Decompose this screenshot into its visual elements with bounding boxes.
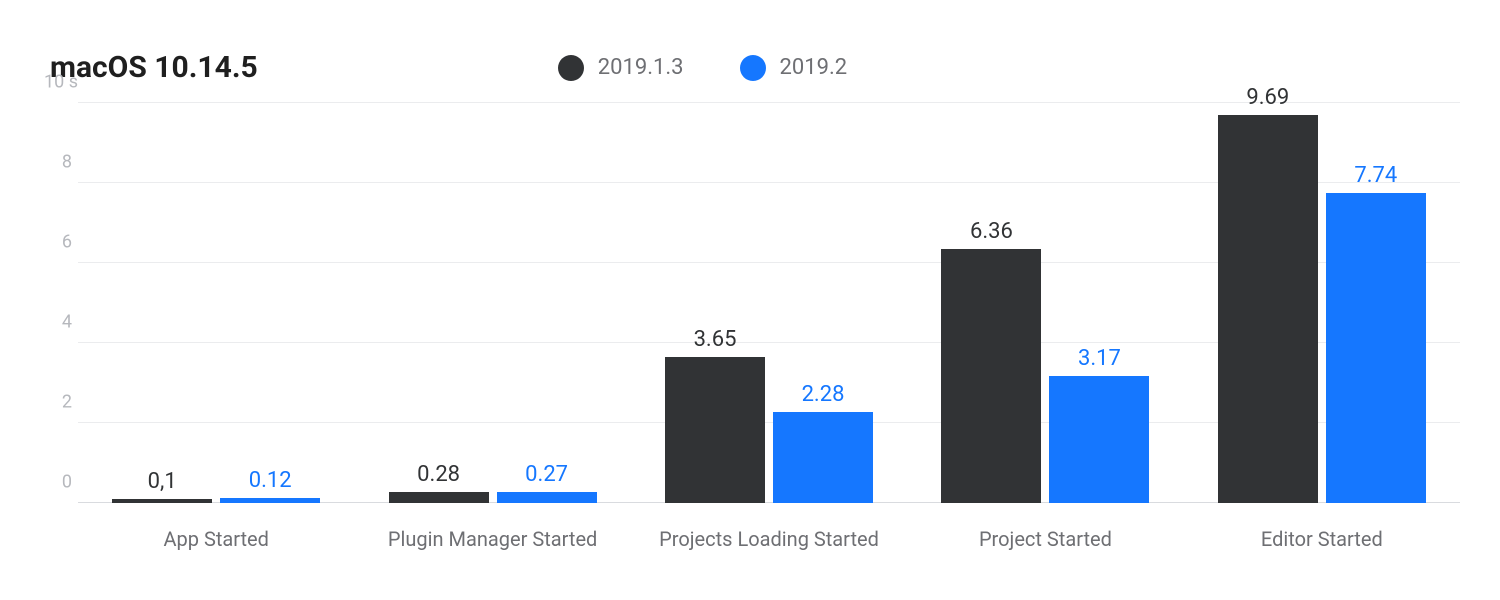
x-category-label: Project Started [979, 527, 1112, 551]
chart-title: macOS 10.14.5 [50, 50, 258, 85]
y-tick-label: 6 [44, 232, 72, 253]
legend-label-0: 2019.1.3 [598, 55, 684, 80]
bar-group: 0,10.12App Started [78, 103, 354, 503]
x-category-label: App Started [163, 527, 268, 551]
bar: 0.28 [389, 492, 489, 503]
bar-value-label: 0.28 [417, 462, 460, 487]
legend-swatch-0-icon [558, 55, 584, 81]
y-tick-label: 8 [44, 152, 72, 173]
chart-legend: 2019.1.3 2019.2 [558, 55, 847, 81]
bar: 2.28 [773, 412, 873, 503]
bar: 3.65 [665, 357, 765, 503]
bar: 9.69 [1218, 115, 1318, 503]
chart-container: macOS 10.14.5 2019.1.3 2019.2 0246810 s … [0, 0, 1500, 600]
bar: 7.74 [1326, 193, 1426, 503]
bar: 6.36 [941, 249, 1041, 503]
legend-swatch-1-icon [740, 55, 766, 81]
y-tick-label: 10 s [44, 72, 72, 93]
y-tick-label: 4 [44, 312, 72, 333]
bar-group: 6.363.17Project Started [907, 103, 1183, 503]
bar-value-label: 9.69 [1246, 85, 1289, 110]
bar-value-label: 0.27 [525, 462, 568, 487]
bar-pair: 0,1 0.12 [112, 498, 320, 503]
bar-value-label: 6.36 [970, 219, 1013, 244]
bar-pair: 3.652.28 [665, 357, 873, 503]
bar-pair: 9.697.74 [1218, 115, 1426, 503]
bar: 3.17 [1049, 376, 1149, 503]
bar: 0.27 [497, 492, 597, 503]
x-category-label: Plugin Manager Started [388, 527, 597, 551]
legend-item-1: 2019.2 [740, 55, 848, 81]
bar-value-label: 3.17 [1078, 346, 1121, 371]
bar-pair: 6.363.17 [941, 249, 1149, 503]
legend-label-1: 2019.2 [780, 55, 848, 80]
y-tick-label: 0 [44, 472, 72, 493]
bar-pair: 0.28 0.27 [389, 492, 597, 503]
bar-group: 3.652.28Projects Loading Started [631, 103, 907, 503]
bar-value-label: 7.74 [1354, 163, 1397, 188]
legend-item-0: 2019.1.3 [558, 55, 684, 81]
chart-bar-groups: 0,10.12App Started0.280.27Plugin Manager… [78, 103, 1460, 503]
y-tick-label: 2 [44, 392, 72, 413]
x-category-label: Projects Loading Started [659, 527, 879, 551]
bar: 0.12 [220, 498, 320, 503]
bar: 0,1 [112, 499, 212, 503]
x-category-label: Editor Started [1261, 527, 1383, 551]
bar-group: 0.280.27Plugin Manager Started [354, 103, 630, 503]
chart-plot: 0246810 s 0,10.12App Started0.280.27Plug… [78, 103, 1460, 503]
bar-group: 9.697.74Editor Started [1184, 103, 1460, 503]
bar-value-label: 3.65 [694, 327, 737, 352]
bar-value-label: 0,1 [148, 469, 177, 494]
bar-value-label: 0.12 [249, 468, 292, 493]
bar-value-label: 2.28 [802, 382, 845, 407]
chart-header: macOS 10.14.5 2019.1.3 2019.2 [50, 50, 1460, 85]
